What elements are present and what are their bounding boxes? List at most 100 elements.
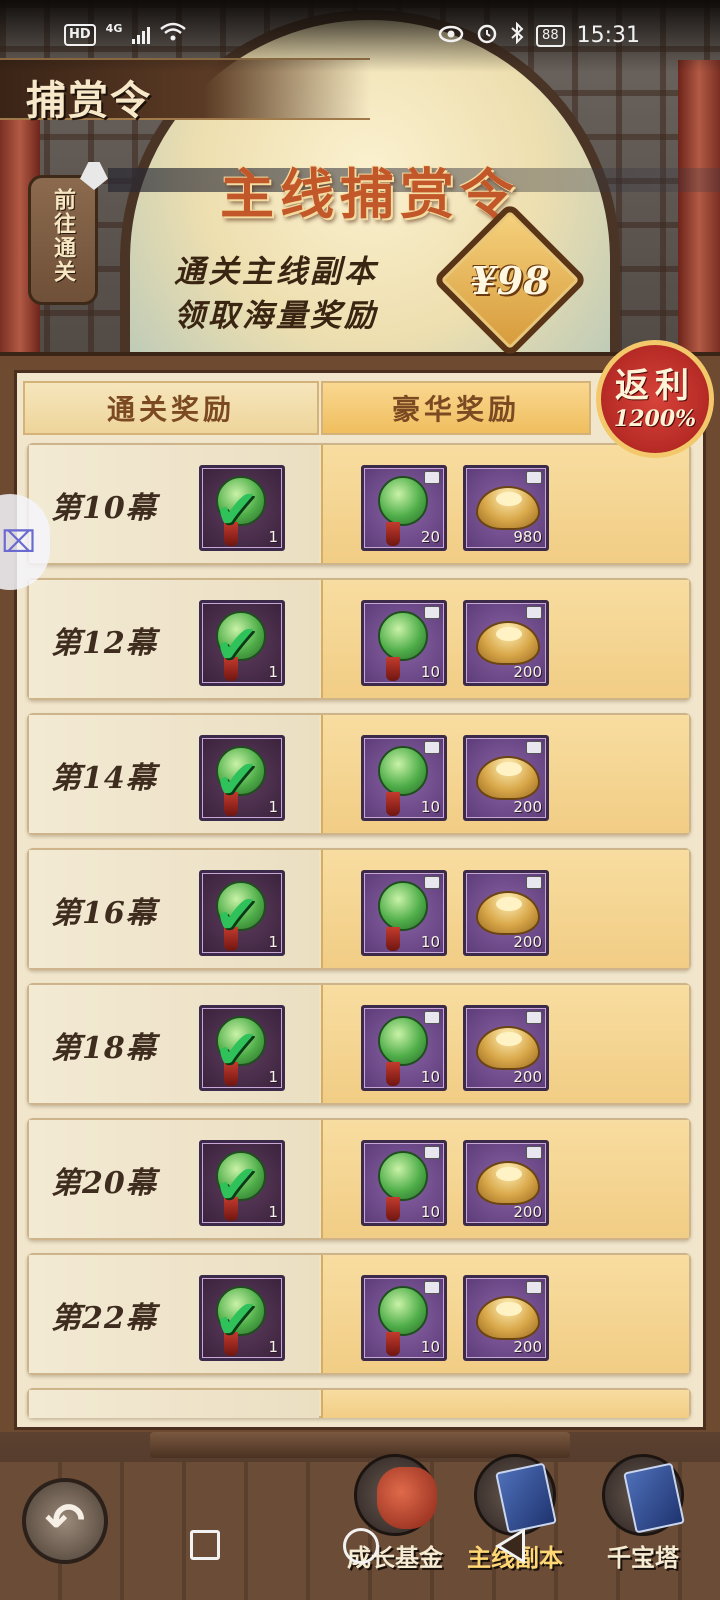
deluxe-jade-item[interactable]: 10 (361, 1140, 447, 1226)
basic-jade-item[interactable]: ✔ 1 (199, 1275, 285, 1361)
deluxe-jade-item[interactable]: 10 (361, 735, 447, 821)
deluxe-jade-item[interactable]: 10 (361, 1275, 447, 1361)
item-quantity: 1 (268, 528, 278, 546)
jade-pendant-icon (378, 881, 428, 931)
jade-pendant-icon (378, 746, 428, 796)
stage-label: 第16幕 (51, 896, 157, 931)
rebate-percent: 1200% (613, 406, 697, 432)
deluxe-reward-cell: 10 200 (321, 715, 689, 833)
stage-label: 第20幕 (51, 1166, 157, 1201)
lock-icon (424, 1281, 440, 1294)
stage-label: 第10幕 (51, 491, 157, 526)
basic-jade-item[interactable]: ✔ 1 (199, 735, 285, 821)
reward-row: 第16幕 ✔ 1 10 200 (27, 848, 691, 970)
deluxe-jade-item[interactable]: 10 (361, 870, 447, 956)
item-quantity: 200 (513, 1338, 542, 1356)
deluxe-reward-cell (321, 1390, 689, 1418)
deluxe-jade-item[interactable]: 20 (361, 465, 447, 551)
item-quantity: 1 (268, 1338, 278, 1356)
check-icon: ✔ (214, 748, 260, 811)
check-icon: ✔ (214, 1288, 260, 1351)
basic-reward-cell: 第10幕 ✔ 1 (29, 445, 319, 563)
deluxe-reward-cell: 10 200 (321, 580, 689, 698)
reward-row: 第12幕 ✔ 1 10 200 (27, 578, 691, 700)
chat-icon: ⌧ (1, 524, 36, 560)
goto-clear-label: 前往通关 (50, 188, 76, 284)
tassel-icon (386, 1332, 400, 1356)
lock-icon (526, 1011, 542, 1024)
gold-ingot-icon (476, 891, 540, 935)
deluxe-ingot-item[interactable]: 200 (463, 1275, 549, 1361)
lock-icon (526, 876, 542, 889)
deluxe-jade-item[interactable]: 10 (361, 600, 447, 686)
tassel-icon (386, 927, 400, 951)
lock-icon (526, 1281, 542, 1294)
tab-deluxe-rewards[interactable]: 豪华奖励 (321, 381, 591, 435)
banner-heading: 主线捕赏令 (220, 162, 520, 226)
item-quantity: 980 (513, 528, 542, 546)
item-quantity: 20 (420, 528, 440, 546)
jade-pendant-icon (378, 1151, 428, 1201)
deluxe-reward-cell: 10 200 (321, 1120, 689, 1238)
lock-icon (424, 471, 440, 484)
basic-reward-cell: 第20幕 ✔ 1 (29, 1120, 319, 1238)
basic-jade-item[interactable]: ✔ 1 (199, 1005, 285, 1091)
item-quantity: 1 (268, 798, 278, 816)
stage-label: 第18幕 (51, 1031, 157, 1066)
item-quantity: 200 (513, 933, 542, 951)
basic-reward-cell: 第22幕 ✔ 1 (29, 1255, 319, 1373)
lock-icon (526, 606, 542, 619)
deluxe-ingot-item[interactable]: 980 (463, 465, 549, 551)
basic-jade-item[interactable]: ✔ 1 (199, 465, 285, 551)
check-icon: ✔ (214, 883, 260, 946)
tassel-icon (386, 657, 400, 681)
deluxe-ingot-item[interactable]: 200 (463, 1140, 549, 1226)
clock: 15:31 (576, 23, 640, 48)
deluxe-ingot-item[interactable]: 200 (463, 600, 549, 686)
basic-jade-item[interactable]: ✔ 1 (199, 1140, 285, 1226)
banner-line-2: 领取海量奖励 (174, 298, 378, 334)
deluxe-ingot-item[interactable]: 200 (463, 735, 549, 821)
battery-icon: 88 (536, 24, 565, 47)
lock-icon (424, 876, 440, 889)
basic-jade-item[interactable]: ✔ 1 (199, 870, 285, 956)
rebate-title: 返利 (615, 366, 695, 406)
deluxe-reward-cell: 10 200 (321, 1255, 689, 1373)
item-quantity: 10 (420, 798, 440, 816)
jade-pendant-icon (378, 1016, 428, 1066)
wifi-icon (160, 22, 187, 47)
reward-list[interactable]: 第10幕 ✔ 1 20 980 第12幕 ✔ 1 10 200 第14幕 ✔ 1… (27, 443, 691, 1418)
gold-ingot-icon (476, 1026, 540, 1070)
lock-icon (526, 1146, 542, 1159)
item-quantity: 1 (268, 1068, 278, 1086)
deluxe-reward-cell: 20 980 (321, 445, 689, 563)
deluxe-jade-item[interactable]: 10 (361, 1005, 447, 1091)
deluxe-ingot-item[interactable]: 200 (463, 1005, 549, 1091)
gold-ingot-icon (476, 486, 540, 530)
lock-icon (526, 471, 542, 484)
bluetooth-icon (510, 21, 524, 49)
goto-clear-button[interactable]: 前往通关 (28, 175, 98, 305)
rebate-badge: 返利 1200% (596, 340, 714, 458)
signal-icon (132, 26, 151, 44)
check-icon: ✔ (214, 478, 260, 541)
lock-icon (424, 606, 440, 619)
gold-ingot-icon (476, 1161, 540, 1205)
basic-jade-item[interactable]: ✔ 1 (199, 600, 285, 686)
system-back-icon[interactable] (495, 1528, 525, 1564)
tab-basic-rewards[interactable]: 通关奖励 (23, 381, 319, 435)
reward-row: 第20幕 ✔ 1 10 200 (27, 1118, 691, 1240)
home-icon[interactable] (343, 1528, 379, 1564)
item-quantity: 10 (420, 1068, 440, 1086)
item-quantity: 1 (268, 1203, 278, 1221)
page-title: 捕赏令 (26, 77, 152, 124)
recent-apps-icon[interactable] (190, 1530, 220, 1560)
item-quantity: 10 (420, 1338, 440, 1356)
deluxe-ingot-item[interactable]: 200 (463, 870, 549, 956)
price-text[interactable]: ¥98 (455, 258, 565, 303)
item-quantity: 200 (513, 1068, 542, 1086)
item-quantity: 10 (420, 1203, 440, 1221)
lock-icon (526, 741, 542, 754)
check-icon: ✔ (214, 1018, 260, 1081)
deluxe-reward-cell: 10 200 (321, 985, 689, 1103)
